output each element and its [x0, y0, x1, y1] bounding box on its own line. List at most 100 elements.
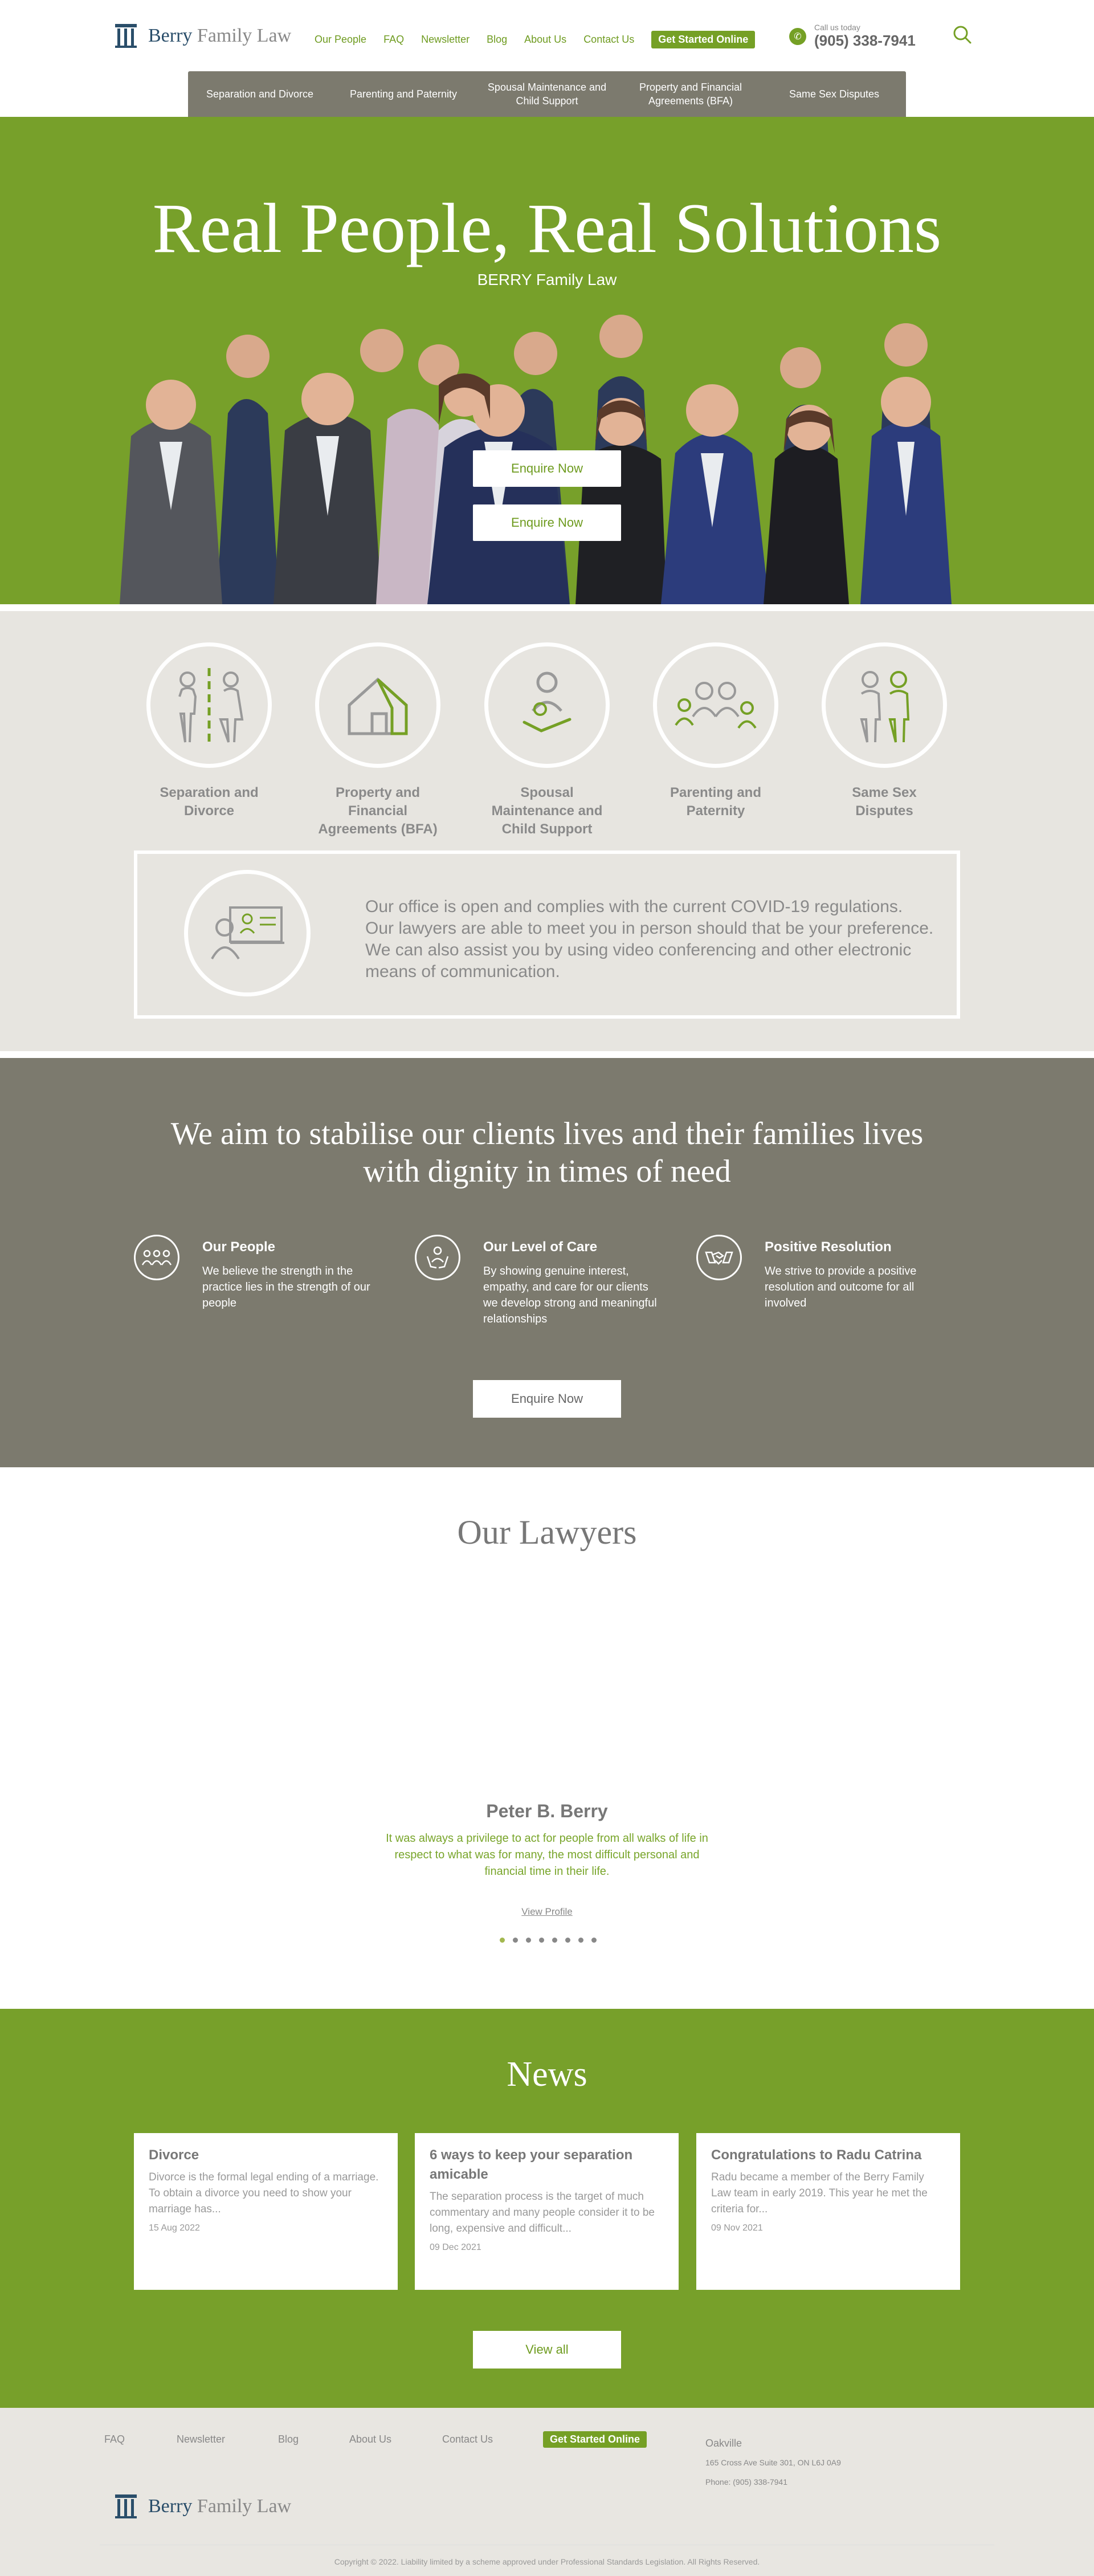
subnav-separation-divorce[interactable]: Separation and Divorce [188, 87, 332, 101]
nav-faq[interactable]: FAQ [383, 34, 404, 46]
family-icon [675, 682, 757, 729]
handshake-icon [696, 1235, 742, 1280]
support-icon [522, 672, 572, 732]
section-divider [0, 604, 1094, 611]
pillar-logo-icon [115, 24, 137, 48]
pillar-title: Our Level of Care [483, 1239, 598, 1255]
footer-link-about-us[interactable]: About Us [349, 2433, 391, 2445]
news-card[interactable]: 6 ways to keep your separation amicable … [415, 2133, 679, 2290]
view-all-news-button[interactable]: View all [473, 2331, 621, 2369]
mission-title: We aim to stabilise our clients lives an… [170, 1116, 924, 1189]
subnav-parenting-paternity[interactable]: Parenting and Paternity [332, 87, 475, 101]
service-icon-circle [653, 642, 778, 768]
news-card-excerpt: Divorce is the formal legal ending of a … [149, 2171, 379, 2215]
service-label: Parenting and Paternity [670, 785, 762, 819]
subnav-spousal-maintenance[interactable]: Spousal Maintenance and Child Support [475, 80, 619, 108]
footer-link-newsletter[interactable]: Newsletter [177, 2433, 225, 2445]
nav-our-people[interactable]: Our People [315, 34, 366, 46]
footer-link-blog[interactable]: Blog [278, 2433, 299, 2445]
search-icon[interactable] [953, 25, 972, 44]
phone-number[interactable]: (905) 338-7941 [814, 32, 916, 50]
news-card-date: 15 Aug 2022 [149, 2223, 200, 2233]
subnav-property-financial[interactable]: Property and Financial Agreements (BFA) [619, 80, 762, 108]
lawyers-section: Our Lawyers Peter B. Berry It was always… [0, 1467, 1094, 2009]
main-nav: Our People FAQ Newsletter Blog About Us … [315, 31, 756, 48]
carousel-dot[interactable] [539, 1938, 544, 1943]
logo-wordmark: Berry Family Law [148, 25, 292, 46]
team-photo [120, 315, 952, 604]
people-group-icon [134, 1235, 179, 1280]
enquire-now-button-2[interactable]: Enquire Now [473, 504, 621, 541]
news-card[interactable]: Congratulations to Radu Catrina Radu bec… [696, 2133, 960, 2290]
enquire-now-button-3[interactable]: Enquire Now [473, 1380, 621, 1418]
lawyer-name: Peter B. Berry [486, 1801, 608, 1821]
service-icon-circle [315, 642, 440, 768]
carousel-dot[interactable] [565, 1938, 570, 1943]
subnav-same-sex-disputes[interactable]: Same Sex Disputes [762, 87, 906, 101]
service-same-sex-disputes[interactable]: Same Sex Disputes [822, 642, 947, 820]
video-conference-icon [211, 906, 284, 960]
enquire-now-button-1[interactable]: Enquire Now [473, 450, 621, 487]
office-address: 165 Cross Ave Suite 301, ON L6J 0A9 [705, 2458, 841, 2467]
service-label: Same Sex Disputes [852, 785, 917, 819]
pillar-text: We believe the strength in the practice … [202, 1265, 370, 1309]
logo-wordmark: Berry Family Law [148, 2496, 292, 2517]
footer-get-started-button[interactable]: Get Started Online [543, 2431, 647, 2448]
carousel-dot[interactable] [500, 1938, 505, 1943]
section-divider [0, 1051, 1094, 1058]
nav-contact-us[interactable]: Contact Us [583, 34, 634, 46]
pillar-text: By showing genuine interest, empathy, an… [483, 1265, 657, 1325]
site-header: Berry Family Law Our People FAQ Newslett… [0, 0, 1094, 117]
service-parenting-paternity[interactable]: Parenting and Paternity [653, 642, 778, 820]
pillar-title: Our People [202, 1239, 276, 1255]
nav-newsletter[interactable]: Newsletter [421, 34, 470, 46]
house-icon [348, 677, 408, 735]
footer-logo[interactable]: Berry Family Law [114, 2493, 291, 2520]
news-card-title[interactable]: 6 ways to keep your separation amicable [430, 2146, 664, 2184]
call-label: Call us today [814, 23, 860, 32]
pillar-logo-icon [115, 2494, 137, 2518]
news-card-title[interactable]: Congratulations to Radu Catrina [711, 2146, 945, 2165]
services-section: Separation and Divorce Property and Fina… [0, 611, 1094, 1051]
office-city: Oakville [705, 2437, 742, 2449]
service-icon-circle [484, 642, 610, 768]
covid-message: Our office is open and complies with the… [365, 897, 934, 981]
service-spousal-maintenance[interactable]: Spousal Maintenance and Child Support [484, 642, 610, 839]
service-property-financial[interactable]: Property and Financial Agreements (BFA) [315, 642, 440, 839]
footer-link-faq[interactable]: FAQ [104, 2433, 125, 2445]
view-profile-link[interactable]: View Profile [0, 1906, 1094, 1918]
footer-link-contact-us[interactable]: Contact Us [442, 2433, 493, 2445]
covid-notice: Our office is open and complies with the… [134, 850, 960, 1019]
care-hands-icon [415, 1235, 460, 1280]
get-started-button[interactable]: Get Started Online [651, 31, 756, 48]
lawyers-title: Our Lawyers [457, 1513, 637, 1551]
call-us[interactable]: ✆ Call us today (905) 338-7941 [789, 23, 916, 50]
service-label: Spousal Maintenance and Child Support [491, 785, 603, 837]
news-card-title[interactable]: Divorce [149, 2146, 383, 2165]
phone-icon: ✆ [789, 27, 806, 45]
carousel-dot[interactable] [578, 1938, 583, 1943]
news-card[interactable]: Divorce Divorce is the formal legal endi… [134, 2133, 398, 2290]
copyright: Copyright © 2022. Liability limited by a… [334, 2557, 760, 2566]
carousel-dot[interactable] [513, 1938, 518, 1943]
separation-icon [178, 668, 244, 745]
carousel-dot[interactable] [526, 1938, 531, 1943]
news-card-date: 09 Dec 2021 [430, 2243, 481, 2252]
carousel-dot[interactable] [552, 1938, 557, 1943]
nav-blog[interactable]: Blog [487, 34, 507, 46]
service-separation-divorce[interactable]: Separation and Divorce [146, 642, 272, 820]
office-phone[interactable]: Phone: (905) 338-7941 [705, 2472, 841, 2492]
news-title: News [507, 2055, 587, 2094]
pillar-title: Positive Resolution [765, 1239, 892, 1255]
pillar-text: We strive to provide a positive resoluti… [765, 1265, 917, 1309]
news-card-excerpt: Radu became a member of the Berry Family… [711, 2171, 928, 2215]
nav-about-us[interactable]: About Us [524, 34, 566, 46]
service-label: Separation and Divorce [160, 785, 259, 819]
news-section: News Divorce Divorce is the formal legal… [0, 2009, 1094, 2408]
service-icon-circle [822, 642, 947, 768]
carousel-dot[interactable] [591, 1938, 597, 1943]
site-logo[interactable]: Berry Family Law [114, 23, 291, 49]
news-card-date: 09 Nov 2021 [711, 2223, 763, 2233]
hero-subtitle: BERRY Family Law [477, 271, 617, 288]
footer-address: Oakville 165 Cross Ave Suite 301, ON L6J… [705, 2433, 841, 2492]
